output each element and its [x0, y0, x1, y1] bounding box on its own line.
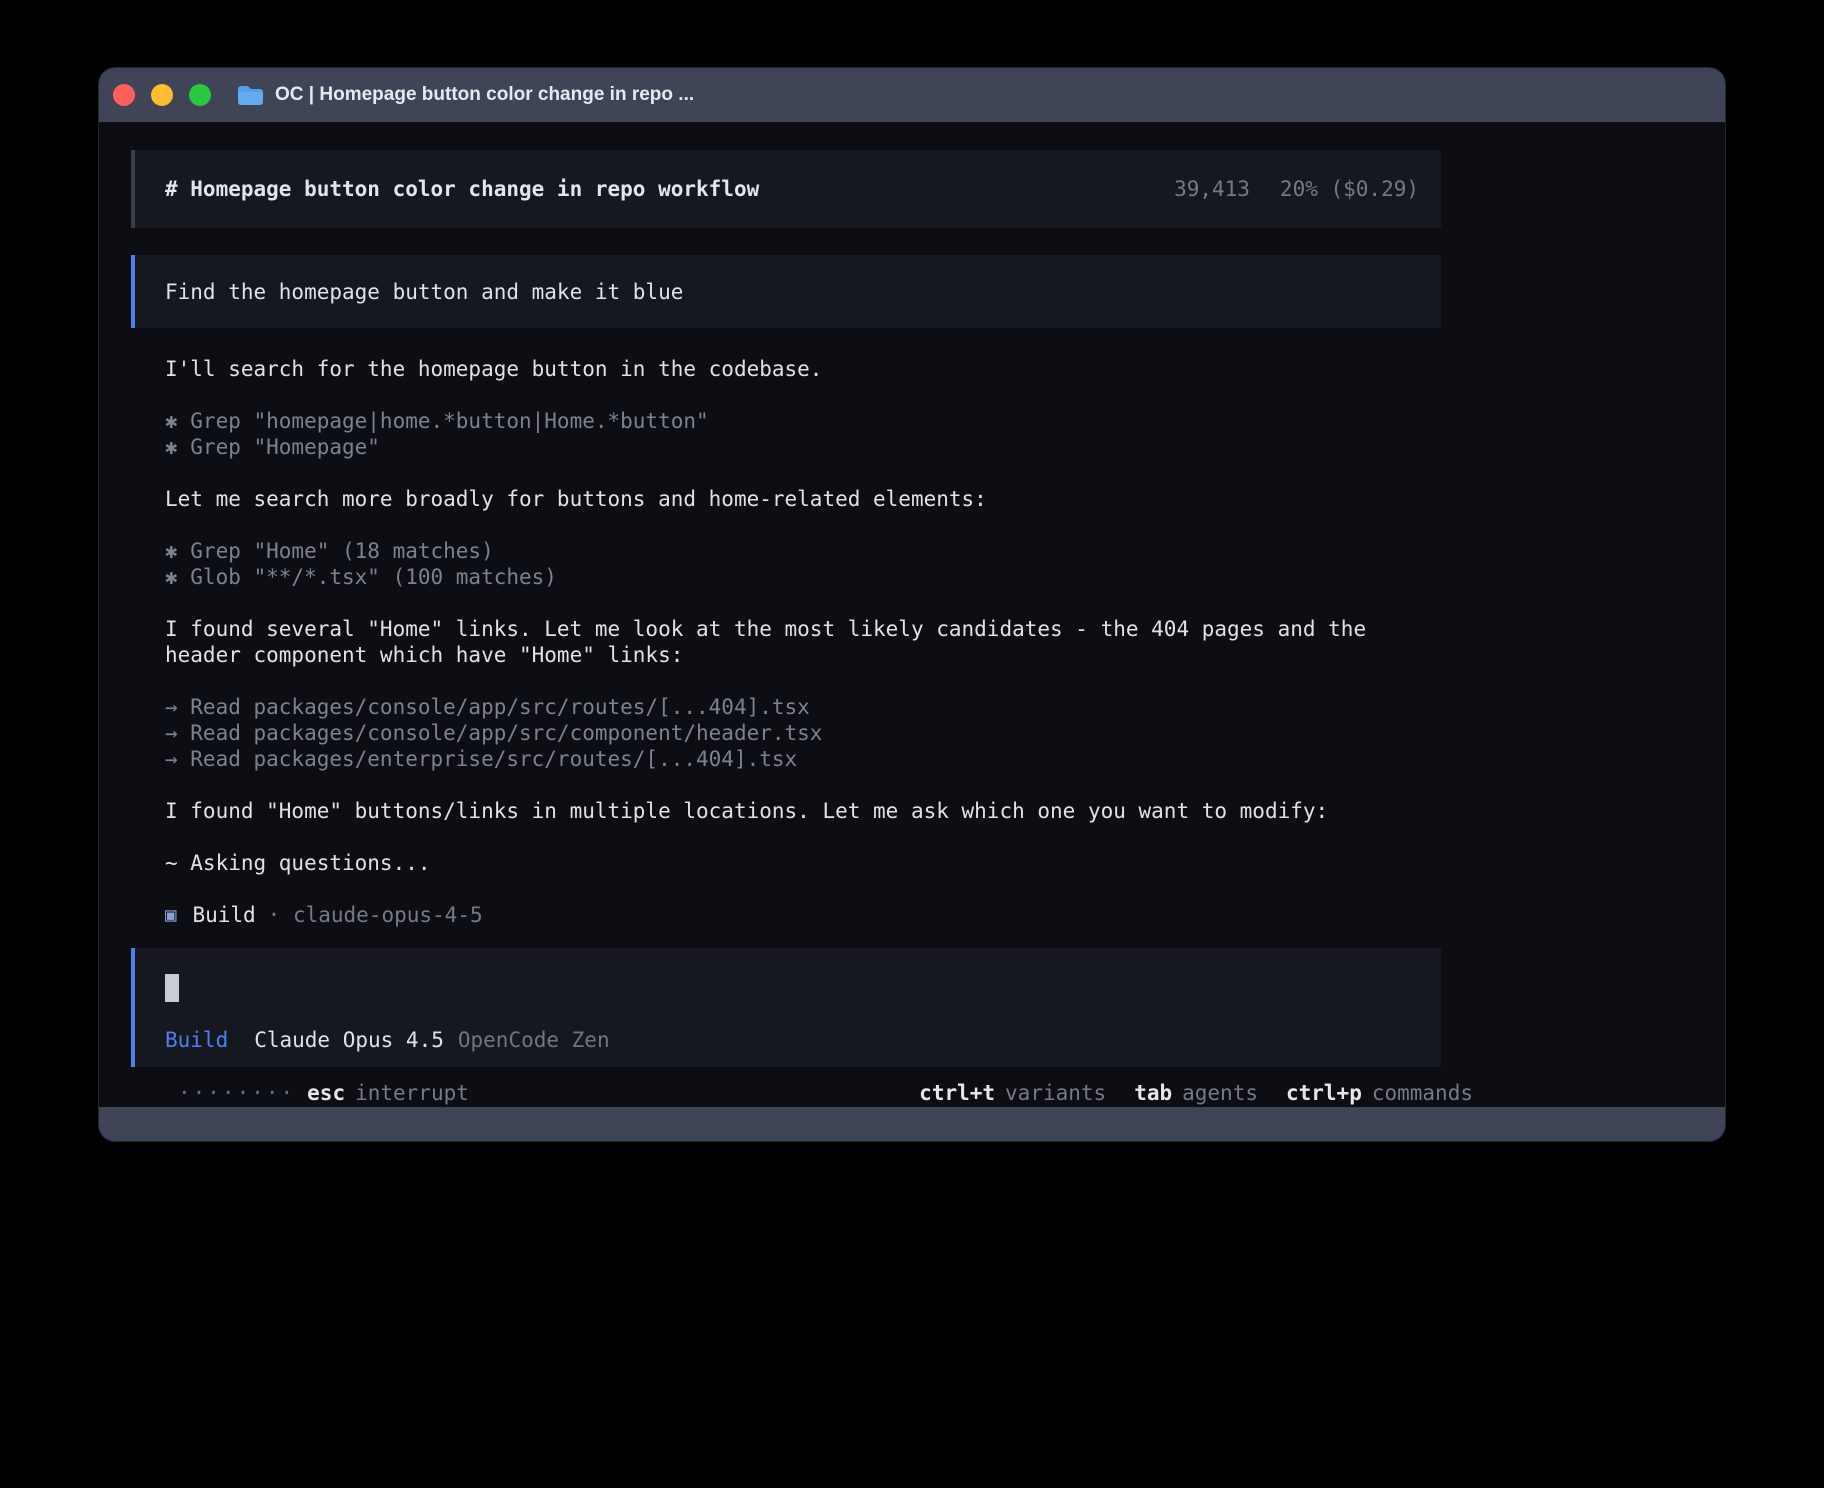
- session-header: # Homepage button color change in repo w…: [131, 150, 1441, 228]
- window-bottom-chrome: [99, 1107, 1725, 1141]
- assistant-text: I found "Home" buttons/links in multiple…: [165, 798, 1441, 824]
- text-cursor: [165, 974, 179, 1002]
- agent-name: Build: [192, 902, 255, 928]
- folder-icon: [237, 84, 264, 106]
- provider-label: OpenCode Zen: [458, 1028, 610, 1052]
- tool-call-glob: ✱ Glob "**/*.tsx" (100 matches): [165, 564, 1441, 590]
- tool-call-grep: ✱ Grep "Homepage": [165, 434, 1441, 460]
- spinner-dots-icon: ········: [178, 1080, 295, 1106]
- assistant-text: Let me search more broadly for buttons a…: [165, 486, 1441, 512]
- conversation: I'll search for the homepage button in t…: [165, 356, 1441, 928]
- agent-badge: ▣ Build · claude-opus-4-5: [165, 902, 1441, 928]
- tool-call-read: → Read packages/console/app/src/componen…: [165, 720, 1441, 746]
- shortcut-commands: ctrl+p commands: [1286, 1080, 1473, 1106]
- close-button[interactable]: [113, 84, 135, 106]
- terminal-window: OC | Homepage button color change in rep…: [99, 68, 1725, 1141]
- assistant-text: I'll search for the homepage button in t…: [165, 356, 1441, 382]
- shortcut-agents: tab agents: [1134, 1080, 1258, 1106]
- context-cost: 20% ($0.29): [1280, 176, 1419, 202]
- tool-call-read: → Read packages/console/app/src/routes/[…: [165, 694, 1441, 720]
- tool-call-grep: ✱ Grep "Home" (18 matches): [165, 538, 1441, 564]
- statusbar-right: ctrl+t variants tab agents ctrl+p comman…: [919, 1080, 1473, 1106]
- user-message: Find the homepage button and make it blu…: [131, 255, 1441, 328]
- window-title: OC | Homepage button color change in rep…: [275, 84, 694, 106]
- terminal-content: # Homepage button color change in repo w…: [99, 122, 1725, 1107]
- shortcut-variants: ctrl+t variants: [919, 1080, 1106, 1106]
- prompt-input[interactable]: Build Claude Opus 4.5 OpenCode Zen: [131, 948, 1441, 1067]
- session-title: # Homepage button color change in repo w…: [165, 176, 759, 202]
- esc-key-hint: esc: [307, 1080, 345, 1106]
- session-stats: 39,413 20% ($0.29): [1174, 176, 1419, 202]
- tool-call-group: ✱ Grep "Home" (18 matches) ✱ Glob "**/*.…: [165, 538, 1441, 590]
- token-count: 39,413: [1174, 176, 1250, 202]
- traffic-lights: [113, 84, 211, 106]
- titlebar[interactable]: OC | Homepage button color change in rep…: [99, 68, 1725, 122]
- input-footer: Build Claude Opus 4.5 OpenCode Zen: [165, 1027, 610, 1053]
- tool-call-read: → Read packages/enterprise/src/routes/[.…: [165, 746, 1441, 772]
- agent-model: · claude-opus-4-5: [268, 902, 483, 928]
- tool-call-group: → Read packages/console/app/src/routes/[…: [165, 694, 1441, 772]
- agent-square-icon: ▣: [165, 902, 176, 928]
- working-status: ~ Asking questions...: [165, 850, 1441, 876]
- esc-key-label: interrupt: [355, 1080, 469, 1106]
- zoom-button[interactable]: [189, 84, 211, 106]
- minimize-button[interactable]: [151, 84, 173, 106]
- status-bar: ········ esc interrupt ctrl+t variants t…: [163, 1079, 1473, 1107]
- tool-call-grep: ✱ Grep "homepage|home.*button|Home.*butt…: [165, 408, 1441, 434]
- model-label: Claude Opus 4.5: [254, 1028, 444, 1052]
- mode-label: Build: [165, 1028, 228, 1052]
- statusbar-left: ········ esc interrupt: [163, 1080, 469, 1106]
- user-message-text: Find the homepage button and make it blu…: [165, 279, 683, 305]
- assistant-text: I found several "Home" links. Let me loo…: [165, 616, 1441, 668]
- tool-call-group: ✱ Grep "homepage|home.*button|Home.*butt…: [165, 408, 1441, 460]
